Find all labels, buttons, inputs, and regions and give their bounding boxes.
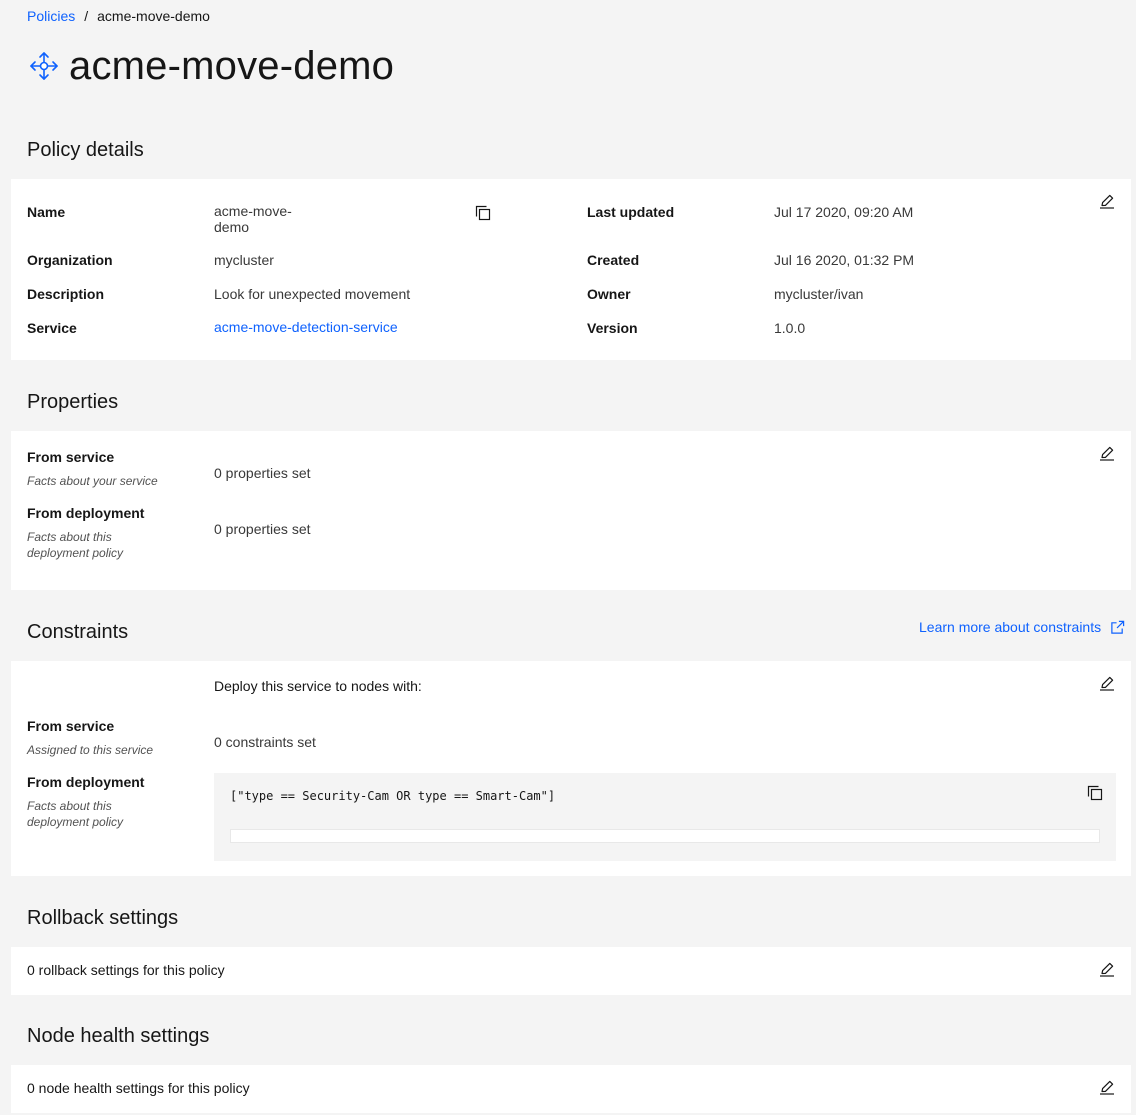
constraints-card: Deploy this service to nodes with: From … xyxy=(11,661,1131,876)
constraints-from-service-helper: Assigned to this service xyxy=(27,743,154,757)
copy-icon[interactable] xyxy=(475,205,491,221)
move-arrows-icon xyxy=(27,49,61,83)
service-label: Service xyxy=(27,320,77,336)
constraints-heading: Constraints xyxy=(27,621,129,643)
owner-label: Owner xyxy=(587,286,631,302)
properties-from-deployment-value: 0 properties set xyxy=(214,521,311,537)
description-value: Look for unexpected movement xyxy=(214,286,411,302)
page-header: acme-move-demo xyxy=(27,40,394,92)
created-value: Jul 16 2020, 01:32 PM xyxy=(774,252,915,268)
version-value: 1.0.0 xyxy=(774,320,806,336)
service-link[interactable]: acme-move-detection-service xyxy=(214,319,398,335)
rollback-heading: Rollback settings xyxy=(27,907,179,929)
properties-from-deployment-helper: Facts about this deployment policy xyxy=(27,530,124,560)
edit-constraints-icon[interactable] xyxy=(1099,675,1115,691)
policy-details-heading: Policy details xyxy=(27,139,144,161)
name-label: Name xyxy=(27,204,66,220)
learn-more-constraints-label: Learn more about constraints xyxy=(919,619,1102,635)
organization-value: mycluster xyxy=(214,252,274,268)
edit-rollback-icon[interactable] xyxy=(1099,961,1115,977)
edit-properties-icon[interactable] xyxy=(1099,445,1115,461)
edit-node-health-icon[interactable] xyxy=(1099,1079,1115,1095)
constraints-from-service-label: From service xyxy=(27,718,115,734)
breadcrumb-separator: / xyxy=(84,8,89,24)
breadcrumb-policies-link[interactable]: Policies xyxy=(27,8,75,24)
breadcrumb-current: acme-move-demo xyxy=(97,8,210,24)
page-title: acme-move-demo xyxy=(69,43,395,88)
constraints-from-service-value: 0 constraints set xyxy=(214,734,316,750)
policy-details-card: Name acme-move- demo Organization myclus… xyxy=(11,179,1131,360)
constraints-code: ["type == Security-Cam OR type == Smart-… xyxy=(230,789,556,803)
edit-policy-details-icon[interactable] xyxy=(1099,193,1115,209)
constraints-from-deployment-helper: Facts about this deployment policy xyxy=(27,799,124,829)
last-updated-label: Last updated xyxy=(587,204,675,220)
external-link-icon xyxy=(1111,620,1125,634)
version-label: Version xyxy=(587,320,638,336)
owner-value: mycluster/ivan xyxy=(774,286,864,302)
copy-code-icon[interactable] xyxy=(1087,785,1103,801)
node-health-heading: Node health settings xyxy=(27,1025,210,1047)
constraints-code-block: ["type == Security-Cam OR type == Smart-… xyxy=(214,773,1116,861)
properties-from-service-value: 0 properties set xyxy=(214,465,311,481)
properties-from-service-label: From service xyxy=(27,449,115,465)
properties-from-service-helper: Facts about your service xyxy=(27,474,158,488)
organization-label: Organization xyxy=(27,252,113,268)
properties-from-deployment-label: From deployment xyxy=(27,505,145,521)
constraints-intro: Deploy this service to nodes with: xyxy=(214,678,422,694)
name-value: acme-move- demo xyxy=(214,203,292,235)
breadcrumb: Policies / acme-move-demo xyxy=(27,7,210,25)
last-updated-value: Jul 17 2020, 09:20 AM xyxy=(774,204,914,220)
created-label: Created xyxy=(587,252,640,268)
rollback-card: 0 rollback settings for this policy xyxy=(11,947,1131,995)
node-health-card: 0 node health settings for this policy xyxy=(11,1065,1131,1113)
learn-more-constraints-link[interactable]: Learn more about constraints xyxy=(919,619,1125,635)
code-horizontal-scrollbar[interactable] xyxy=(230,829,1100,843)
node-health-summary: 0 node health settings for this policy xyxy=(27,1080,250,1096)
constraints-from-deployment-label: From deployment xyxy=(27,774,145,790)
properties-heading: Properties xyxy=(27,391,119,413)
description-label: Description xyxy=(27,286,105,302)
properties-card: From service Facts about your service 0 … xyxy=(11,431,1131,590)
rollback-summary: 0 rollback settings for this policy xyxy=(27,962,225,978)
